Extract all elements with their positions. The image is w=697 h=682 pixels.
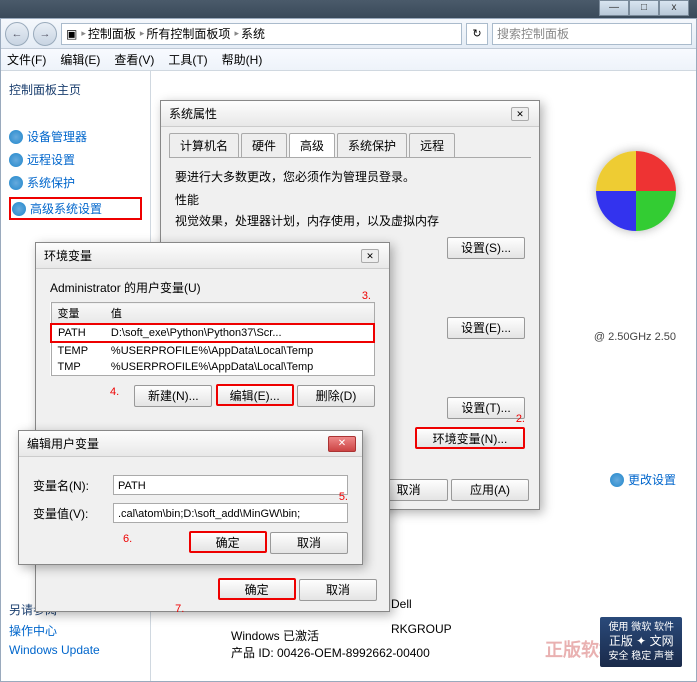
var-value-input[interactable]: .cal\atom\bin;D:\soft_add\MinGW\bin; bbox=[113, 503, 348, 523]
col-variable[interactable]: 变量 bbox=[51, 303, 105, 325]
dialog-title: 环境变量 bbox=[44, 247, 92, 264]
ok-button[interactable]: 确定 bbox=[218, 578, 296, 600]
sidebar-link-advanced[interactable]: 高级系统设置 bbox=[9, 197, 142, 220]
close-icon[interactable]: ✕ bbox=[511, 107, 529, 121]
chevron-right-icon: ▸ bbox=[234, 28, 239, 39]
edit-user-var-dialog: 编辑用户变量 ✕ 变量名(N): PATH 5. 变量值(V): .cal\at… bbox=[18, 430, 363, 565]
see-also-windows-update[interactable]: Windows Update bbox=[9, 643, 100, 657]
col-value[interactable]: 值 bbox=[105, 303, 374, 325]
admin-msg: 要进行大多数更改，您必须作为管理员登录。 bbox=[175, 168, 525, 185]
nav-bar: ← → ▣ ▸ 控制面板 ▸ 所有控制面板项 ▸ 系统 ↻ 搜索控制面板 bbox=[1, 19, 696, 49]
menu-edit[interactable]: 编辑(E) bbox=[60, 51, 100, 68]
var-value-label: 变量值(V): bbox=[33, 505, 113, 522]
var-name-label: 变量名(N): bbox=[33, 477, 113, 494]
menu-file[interactable]: 文件(F) bbox=[7, 51, 46, 68]
side-heading: 控制面板主页 bbox=[9, 81, 142, 98]
address-bar[interactable]: ▣ ▸ 控制面板 ▸ 所有控制面板项 ▸ 系统 bbox=[61, 23, 462, 45]
breadcrumb-seg[interactable]: 系统 bbox=[241, 25, 265, 42]
menu-bar: 文件(F) 编辑(E) 查看(V) 工具(T) 帮助(H) bbox=[1, 49, 696, 71]
tabs: 计算机名 硬件 高级 系统保护 远程 bbox=[169, 133, 531, 158]
user-vars-heading: Administrator 的用户变量(U) bbox=[50, 279, 375, 296]
maximize-button[interactable]: □ bbox=[629, 0, 659, 16]
shield-icon bbox=[9, 130, 23, 144]
tab-protection[interactable]: 系统保护 bbox=[337, 133, 407, 157]
menu-view[interactable]: 查看(V) bbox=[114, 51, 154, 68]
settings-t-button[interactable]: 设置(T)... bbox=[447, 397, 525, 419]
computer-icon: ▣ bbox=[66, 27, 77, 41]
tab-advanced[interactable]: 高级 bbox=[289, 133, 335, 157]
table-row[interactable]: TEMP%USERPROFILE%\AppData\Local\Temp bbox=[51, 342, 374, 359]
taskbar-top: — □ x bbox=[0, 0, 697, 18]
sidebar-link-remote[interactable]: 远程设置 bbox=[9, 151, 142, 168]
sidebar-link-device-manager[interactable]: 设备管理器 bbox=[9, 128, 142, 145]
annotation-6: 6. bbox=[123, 533, 132, 545]
shield-icon bbox=[610, 473, 624, 487]
activation-status: Windows 已激活 bbox=[231, 627, 430, 644]
table-row[interactable]: PATHD:\soft_exe\Python\Python37\Scr... bbox=[51, 324, 374, 342]
chevron-right-icon: ▸ bbox=[140, 28, 145, 39]
edit-button[interactable]: 编辑(E)... bbox=[216, 384, 294, 406]
dialog-titlebar[interactable]: 环境变量 ✕ bbox=[36, 243, 389, 269]
annotation-3: 3. bbox=[362, 290, 371, 302]
table-row[interactable]: TMP%USERPROFILE%\AppData\Local\Temp bbox=[51, 359, 374, 376]
system-info: @ 2.50GHz 2.50 bbox=[594, 331, 676, 343]
product-id: 产品 ID: 00426-OEM-8992662-00400 bbox=[231, 644, 430, 661]
new-button[interactable]: 新建(N)... bbox=[134, 385, 212, 407]
back-button[interactable]: ← bbox=[5, 22, 29, 46]
search-input[interactable]: 搜索控制面板 bbox=[492, 23, 692, 45]
perf-desc: 视觉效果，处理器计划，内存使用，以及虚拟内存 bbox=[175, 212, 525, 229]
oem-label: Dell bbox=[391, 597, 412, 611]
perf-heading: 性能 bbox=[175, 191, 525, 208]
close-button[interactable]: x bbox=[659, 0, 689, 16]
forward-button[interactable]: → bbox=[33, 22, 57, 46]
tab-computer-name[interactable]: 计算机名 bbox=[169, 133, 239, 157]
cancel-button[interactable]: 取消 bbox=[299, 579, 377, 601]
minimize-button[interactable]: — bbox=[599, 0, 629, 16]
chevron-right-icon: ▸ bbox=[81, 28, 86, 39]
close-icon[interactable]: ✕ bbox=[361, 249, 379, 263]
annotation-5: 5. bbox=[339, 491, 348, 503]
genuine-badge: 使用 微软 软件 正版 ✦ 文网 安全 稳定 声誉 bbox=[600, 617, 682, 667]
close-icon[interactable]: ✕ bbox=[328, 436, 356, 452]
user-vars-table[interactable]: 变量值 PATHD:\soft_exe\Python\Python37\Scr.… bbox=[50, 302, 375, 376]
settings-e-button[interactable]: 设置(E)... bbox=[447, 317, 525, 339]
sidebar-link-protection[interactable]: 系统保护 bbox=[9, 174, 142, 191]
change-settings-link[interactable]: 更改设置 bbox=[610, 471, 676, 488]
dialog-titlebar[interactable]: 系统属性 ✕ bbox=[161, 101, 539, 127]
annotation-2: 2. bbox=[516, 413, 525, 425]
menu-tools[interactable]: 工具(T) bbox=[168, 51, 207, 68]
annotation-4: 4. bbox=[110, 386, 119, 398]
dialog-titlebar[interactable]: 编辑用户变量 ✕ bbox=[19, 431, 362, 457]
dialog-title: 编辑用户变量 bbox=[27, 435, 99, 452]
delete-button[interactable]: 删除(D) bbox=[297, 385, 375, 407]
see-also-action-center[interactable]: 操作中心 bbox=[9, 622, 100, 639]
dialog-title: 系统属性 bbox=[169, 105, 217, 122]
shield-icon bbox=[9, 153, 23, 167]
env-var-button[interactable]: 环境变量(N)... bbox=[415, 427, 525, 449]
breadcrumb-seg[interactable]: 所有控制面板项 bbox=[146, 25, 230, 42]
refresh-button[interactable]: ↻ bbox=[466, 23, 488, 45]
tab-remote[interactable]: 远程 bbox=[409, 133, 455, 157]
breadcrumb-seg[interactable]: 控制面板 bbox=[88, 25, 136, 42]
shield-icon bbox=[9, 176, 23, 190]
windows-logo-icon bbox=[596, 151, 676, 231]
shield-icon bbox=[12, 202, 26, 216]
var-name-input[interactable]: PATH bbox=[113, 475, 348, 495]
annotation-7: 7. bbox=[175, 603, 184, 615]
ok-button[interactable]: 确定 bbox=[189, 531, 267, 553]
tab-hardware[interactable]: 硬件 bbox=[241, 133, 287, 157]
menu-help[interactable]: 帮助(H) bbox=[222, 51, 263, 68]
apply-button[interactable]: 应用(A) bbox=[451, 479, 529, 501]
cancel-button[interactable]: 取消 bbox=[270, 532, 348, 554]
settings-s-button[interactable]: 设置(S)... bbox=[447, 237, 525, 259]
